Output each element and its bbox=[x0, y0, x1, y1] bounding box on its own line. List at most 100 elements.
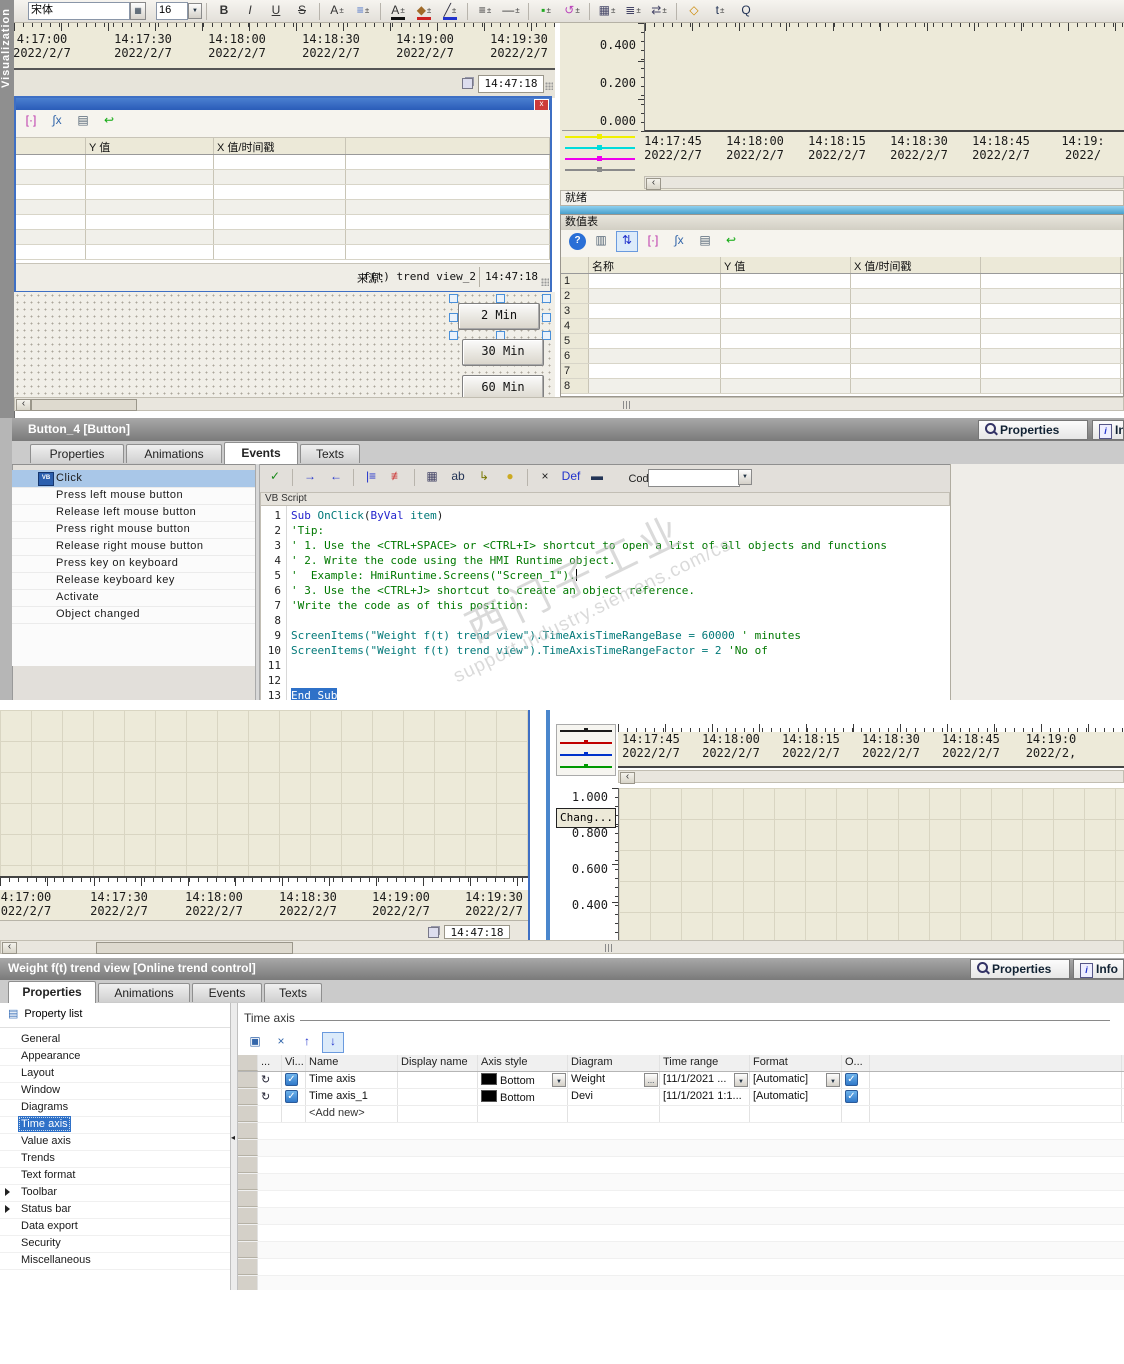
tab-properties[interactable]: Properties bbox=[8, 981, 96, 1003]
resize-grip[interactable] bbox=[541, 278, 549, 286]
strikethrough-icon[interactable]: S bbox=[291, 1, 313, 22]
change-button[interactable]: Chang... bbox=[556, 808, 616, 828]
statistics-icon[interactable]: ∫x bbox=[46, 111, 68, 132]
rename-icon[interactable]: ab bbox=[447, 467, 469, 488]
select-points-icon[interactable]: [·] bbox=[642, 231, 664, 252]
canvas-button-60-min[interactable]: 60 Min bbox=[462, 375, 544, 397]
table-row[interactable]: 8 bbox=[561, 379, 1123, 394]
legend-item[interactable] bbox=[557, 737, 615, 749]
axis-row[interactable]: ↻ Time axis Bottom Weight [11/1/2021 ... [Aut… bbox=[238, 1072, 1124, 1089]
table-row[interactable] bbox=[16, 245, 550, 260]
help-icon[interactable]: ? bbox=[569, 233, 586, 250]
property-item-text-format[interactable]: Text format bbox=[0, 1167, 230, 1185]
visible-checkbox[interactable] bbox=[285, 1090, 298, 1103]
tab-texts[interactable]: Texts bbox=[300, 444, 360, 463]
tab-events[interactable]: Events bbox=[224, 442, 298, 464]
table-row[interactable] bbox=[16, 200, 550, 215]
property-item-time-axis[interactable]: Time axis bbox=[0, 1116, 230, 1134]
property-item-status-bar[interactable]: Status bar bbox=[0, 1201, 230, 1219]
empty-row[interactable] bbox=[238, 1276, 1124, 1290]
new-axis-icon[interactable]: ▣ bbox=[244, 1032, 266, 1053]
print-icon[interactable]: ▤ bbox=[694, 231, 716, 252]
font-size-select[interactable]: 16 bbox=[156, 2, 188, 20]
option-checkbox[interactable] bbox=[845, 1090, 858, 1103]
highlight-color-icon[interactable]: ◆ ± bbox=[413, 1, 435, 22]
property-item-trends[interactable]: Trends bbox=[0, 1150, 230, 1168]
properties-side-tab[interactable]: Properties bbox=[970, 959, 1070, 979]
axis-color-swatch[interactable] bbox=[481, 1090, 497, 1102]
code-editor[interactable]: 1 Sub OnClick(ByVal item) 2 'Tip: 3 ' 1. Use … bbox=[260, 506, 951, 700]
list-icon[interactable]: ≣± bbox=[622, 1, 644, 22]
table-row[interactable]: 2 bbox=[561, 289, 1123, 304]
delete-row-icon[interactable]: ≢ bbox=[386, 467, 408, 488]
tab-events[interactable]: Events bbox=[192, 983, 262, 1002]
properties-side-tab[interactable]: Properties bbox=[978, 420, 1088, 440]
property-item-value-axis[interactable]: Value axis bbox=[0, 1133, 230, 1151]
undo-icon[interactable]: ↩ bbox=[720, 231, 742, 252]
pane-splitter-handle[interactable] bbox=[623, 401, 632, 409]
legend-item[interactable] bbox=[562, 164, 638, 175]
pen-color-icon[interactable]: ╱ ± bbox=[439, 1, 461, 22]
legend-item[interactable] bbox=[557, 725, 615, 737]
design-canvas[interactable]: 2 Min 30 Min 60 Min bbox=[14, 292, 555, 397]
apply-script-icon[interactable]: ✓ bbox=[264, 467, 286, 488]
event-item-release-left-mouse-button[interactable]: Release left mouse button bbox=[12, 504, 255, 522]
scroll-left-icon[interactable] bbox=[646, 178, 661, 190]
selection-handle[interactable] bbox=[495, 294, 505, 303]
scroll-left-icon[interactable] bbox=[16, 399, 31, 411]
property-item-miscellaneous[interactable]: Miscellaneous bbox=[0, 1252, 230, 1270]
print-icon[interactable]: ▤ bbox=[72, 111, 94, 132]
line-width-icon[interactable]: —± bbox=[500, 1, 522, 22]
align-icon[interactable]: ≡± bbox=[352, 1, 374, 22]
swap-axes-icon[interactable]: ⇅ bbox=[616, 231, 638, 252]
event-item-release-right-mouse-button[interactable]: Release right mouse button bbox=[12, 538, 255, 556]
empty-row[interactable] bbox=[238, 1174, 1124, 1191]
empty-row[interactable] bbox=[238, 1157, 1124, 1174]
empty-row[interactable] bbox=[238, 1123, 1124, 1140]
table-row[interactable] bbox=[16, 215, 550, 230]
scroll-thumb[interactable] bbox=[96, 942, 293, 954]
font-color-icon[interactable]: A ± bbox=[387, 1, 409, 22]
empty-row[interactable] bbox=[238, 1259, 1124, 1276]
tab-texts[interactable]: Texts bbox=[264, 983, 322, 1002]
export-icon[interactable]: ▥ bbox=[590, 231, 612, 252]
info-side-tab[interactable]: iInfo bbox=[1073, 959, 1124, 979]
selection-handle[interactable] bbox=[449, 294, 458, 303]
code-page-select[interactable] bbox=[648, 469, 740, 487]
selection-handle[interactable] bbox=[449, 312, 458, 322]
scroll-thumb[interactable] bbox=[31, 399, 137, 411]
empty-row[interactable] bbox=[238, 1225, 1124, 1242]
horizontal-scrollbar[interactable] bbox=[14, 397, 1124, 411]
scroll-left-icon[interactable] bbox=[620, 772, 635, 784]
move-down-icon[interactable]: ↓ bbox=[322, 1032, 344, 1053]
selection-handle[interactable] bbox=[542, 312, 551, 322]
empty-row[interactable] bbox=[238, 1140, 1124, 1157]
legend-item[interactable] bbox=[562, 142, 638, 153]
tab-animations[interactable]: Animations bbox=[126, 444, 222, 463]
empty-row[interactable] bbox=[238, 1208, 1124, 1225]
font-size-dropdown-icon[interactable] bbox=[188, 3, 202, 19]
object-list-icon[interactable]: ● bbox=[499, 467, 521, 488]
font-name-select[interactable]: 宋体 bbox=[28, 2, 130, 20]
axis-style-dropdown-icon[interactable] bbox=[552, 1073, 566, 1087]
code-page-dropdown-icon[interactable] bbox=[738, 469, 752, 485]
legend-item[interactable] bbox=[557, 749, 615, 761]
flip-icon[interactable]: ⇄± bbox=[648, 1, 670, 22]
event-item-release-keyboard-key[interactable]: Release keyboard key bbox=[12, 572, 255, 590]
select-points-icon[interactable]: [·] bbox=[20, 111, 42, 132]
window-title[interactable]: 数值表 bbox=[561, 215, 1123, 230]
grid-icon[interactable]: ▦± bbox=[596, 1, 618, 22]
resize-grip[interactable] bbox=[545, 82, 553, 90]
table-row[interactable]: 7 bbox=[561, 364, 1123, 379]
list-splitter[interactable]: ◂ bbox=[230, 1003, 238, 1290]
trend-scrollbar[interactable] bbox=[618, 770, 1124, 784]
trend-scrollbar[interactable] bbox=[644, 176, 1124, 190]
delete-values-icon[interactable]: × bbox=[270, 1032, 292, 1053]
splitter-collapse-icon[interactable]: ◂ bbox=[231, 1133, 235, 1142]
goto-icon[interactable]: ↳ bbox=[473, 467, 495, 488]
statistics-icon[interactable]: ∫x bbox=[668, 231, 690, 252]
format-painter-icon[interactable]: ◇ bbox=[683, 1, 705, 22]
legend-item[interactable] bbox=[557, 761, 615, 773]
event-item-press-left-mouse-button[interactable]: Press left mouse button bbox=[12, 487, 255, 505]
canvas-button-30-min[interactable]: 30 Min bbox=[462, 339, 544, 366]
